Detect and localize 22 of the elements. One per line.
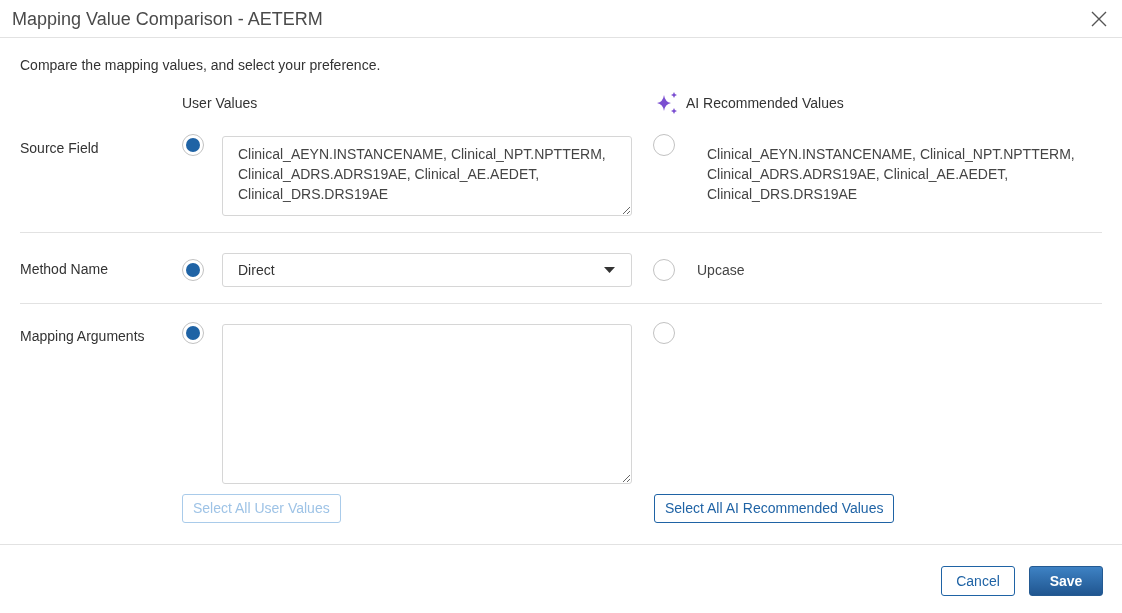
radio-button[interactable] (653, 322, 675, 344)
field-label: Source Field (20, 140, 99, 156)
recommended-value: Clinical_AEYN.INSTANCENAME, Clinical_NPT.NPTTERM, Clinical_ADRS.ADRS19AE, Clinical_AE.AEDET, Clinical_DRS.DRS19AE (707, 145, 1076, 204)
field-label: Method Name (20, 261, 108, 277)
radio-button[interactable] (182, 134, 204, 156)
close-icon (1091, 10, 1107, 27)
instruction-text: Compare the mapping values, and select your preference. (20, 56, 381, 75)
caret-icon (604, 267, 615, 273)
dropdown[interactable]: Direct (222, 253, 632, 287)
column-header: User Values (182, 94, 258, 113)
select-all-button[interactable]: Select All AI Recommended Values (654, 494, 895, 523)
radio-button[interactable] (653, 259, 675, 281)
column-header: AI Recommended Values (686, 94, 844, 113)
radio-button[interactable] (182, 322, 204, 344)
dialog-title: Mapping Value Comparison - AETERM (12, 7, 323, 31)
save-button[interactable]: Save (1029, 566, 1103, 596)
recommended-value: Upcase (697, 261, 745, 280)
radio-button[interactable] (653, 134, 675, 156)
cancel-button[interactable]: Cancel (941, 566, 1015, 596)
field-label: Mapping Arguments (20, 328, 145, 344)
text-area[interactable]: Clinical_AEYN.INSTANCENAME, Clinical_NPT.NPTTERM, Clinical_ADRS.ADRS19AE, Clinical_AE.AEDET, Clinical_DRS.DRS19AE (222, 136, 632, 216)
radio-button[interactable] (182, 259, 204, 281)
